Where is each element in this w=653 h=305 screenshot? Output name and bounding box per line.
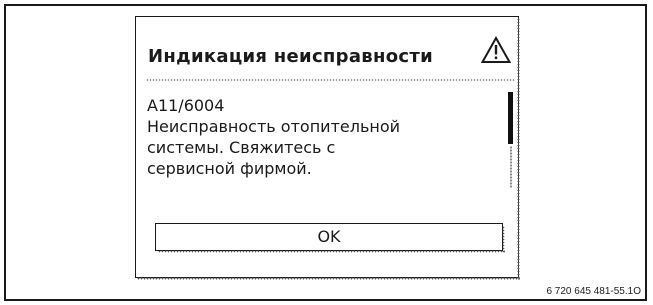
screen-shadow-right	[517, 18, 520, 280]
screen-shadow-bottom	[137, 277, 520, 280]
message-line: Неисправность отопительной	[147, 117, 401, 136]
scrollbar-thumb[interactable]	[508, 92, 513, 144]
warning-triangle-icon	[481, 36, 511, 63]
dialog-title: Индикация неисправности	[148, 46, 433, 67]
message-text: A11/6004 Неисправность отопительной сист…	[147, 95, 497, 179]
message-line: системы. Свяжитесь с	[147, 138, 336, 157]
ok-button-shadow-right	[502, 226, 505, 253]
ok-button[interactable]: OK	[155, 223, 503, 251]
title-separator	[146, 79, 515, 81]
error-code: A11/6004	[147, 96, 225, 115]
ok-button-shadow-bottom	[158, 250, 505, 253]
scrollbar-track[interactable]	[510, 146, 512, 188]
figure-code: 6 720 645 481-55.1O	[546, 286, 641, 297]
message-line: сервисной фирмой.	[147, 159, 312, 178]
